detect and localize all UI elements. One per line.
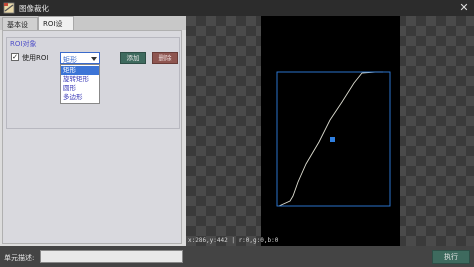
use-roi-label: 使用ROI: [22, 54, 49, 62]
chevron-down-icon: [91, 57, 97, 61]
tab-roi-settings[interactable]: ROI设置: [38, 16, 74, 38]
tab-bar: 基本设置 ROI设置: [0, 16, 186, 39]
shape-option-circle[interactable]: 圆形: [61, 84, 99, 93]
shape-option-rect[interactable]: 矩形: [61, 66, 99, 75]
roi-center-handle[interactable]: [330, 137, 335, 142]
roi-group-title: ROI对象: [10, 40, 37, 48]
roi-object-group: ROI对象 ✓ 使用ROI 矩形 矩形 旋转矩形 圆形 多边形 添加 删除: [6, 37, 180, 129]
description-label: 单元描述:: [4, 254, 35, 262]
roi-shape-select[interactable]: 矩形: [60, 52, 100, 64]
app-icon: [3, 2, 15, 14]
close-icon: ✕: [459, 1, 469, 14]
title-bar: 图像裁化 ✕: [0, 0, 474, 16]
image-black-area: [261, 16, 400, 246]
settings-panel: 基本设置 ROI设置 ROI对象 ✓ 使用ROI 矩形 矩形 旋转矩形 圆形 多…: [0, 16, 186, 246]
add-roi-button[interactable]: 添加: [120, 52, 146, 64]
description-input[interactable]: [40, 250, 183, 263]
pixel-readout: x:286,y:442 | r:0,g:0,b:0: [188, 237, 279, 244]
window-title: 图像裁化: [19, 4, 49, 13]
bottom-bar: 单元描述: 执行: [0, 246, 474, 267]
roi-tab-content: ROI对象 ✓ 使用ROI 矩形 矩形 旋转矩形 圆形 多边形 添加 删除: [2, 30, 182, 244]
image-viewer[interactable]: [186, 16, 474, 246]
shape-option-polygon[interactable]: 多边形: [61, 93, 99, 102]
use-roi-checkbox[interactable]: ✓: [11, 53, 19, 61]
run-button[interactable]: 执行: [432, 250, 470, 264]
image-canvas[interactable]: [186, 16, 474, 246]
close-button[interactable]: ✕: [456, 0, 472, 16]
shape-option-rotated-rect[interactable]: 旋转矩形: [61, 75, 99, 84]
delete-roi-button[interactable]: 删除: [152, 52, 178, 64]
roi-shape-dropdown: 矩形 旋转矩形 圆形 多边形: [60, 64, 100, 104]
tab-basic-settings[interactable]: 基本设置: [2, 17, 38, 39]
